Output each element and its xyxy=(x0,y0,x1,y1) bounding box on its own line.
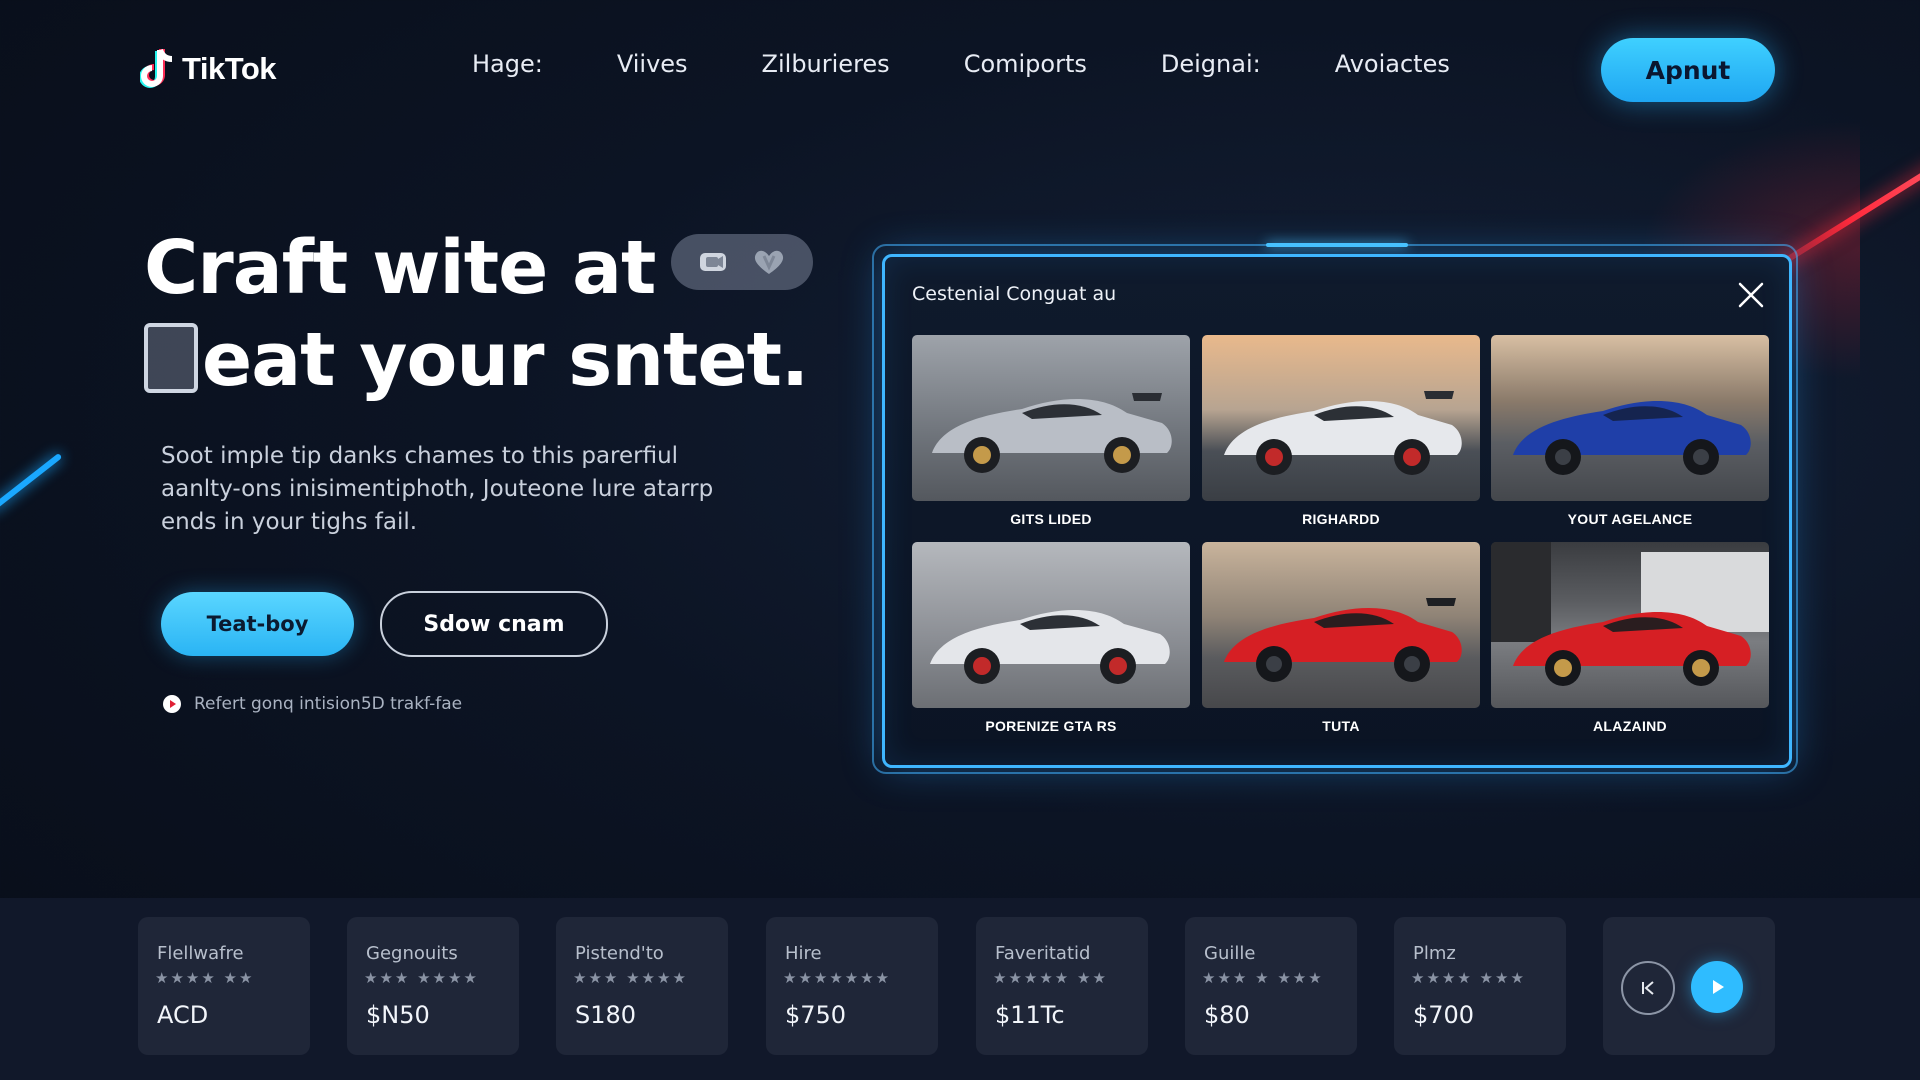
nav-item-zilburieres[interactable]: Zilburieres xyxy=(762,50,890,78)
car-image xyxy=(912,335,1190,501)
car-label: RIGHARDD xyxy=(1302,511,1380,527)
tile-price: $750 xyxy=(785,1001,847,1029)
star-rating: ★★★ ★ ★★★ xyxy=(1202,969,1324,987)
tile-price: $11Tc xyxy=(995,1001,1065,1029)
heart-icon xyxy=(755,251,784,275)
tile-name: Guille xyxy=(1204,943,1256,964)
media-pill[interactable] xyxy=(671,234,814,291)
main-nav: Hage: Viives Zilburieres Comiports Deign… xyxy=(472,50,1524,78)
product-tile[interactable]: Guille ★★★ ★ ★★★ $80 xyxy=(1185,917,1357,1055)
tile-price: $700 xyxy=(1413,1001,1475,1029)
car-image xyxy=(1202,335,1480,501)
blue-light-streak xyxy=(0,452,63,514)
car-image xyxy=(1491,542,1769,708)
primary-button[interactable]: Teat-boy xyxy=(161,592,354,656)
gallery-modal: Cestenial Conguat au GITS LIDED RIGHARDD… xyxy=(882,254,1792,768)
modal-accent-line xyxy=(1266,243,1408,247)
record-icon xyxy=(163,695,181,713)
car-label: TUTA xyxy=(1322,718,1360,734)
car-label: PORENIZE GTA RS xyxy=(985,718,1117,734)
car-card[interactable]: TUTA xyxy=(1202,542,1480,734)
hint-row: Refert gonq intision5D trakf-fae xyxy=(162,694,462,714)
car-card[interactable]: GITS LIDED xyxy=(912,335,1190,527)
star-rating: ★★★ ★★★★ xyxy=(573,969,688,987)
tiktok-note-icon xyxy=(140,48,173,88)
tile-price: $N50 xyxy=(366,1001,430,1029)
star-rating: ★★★★ ★★ xyxy=(155,969,255,987)
skip-back-icon xyxy=(1642,981,1654,995)
hero-title: Craft wite at eat your sntet. xyxy=(144,222,814,406)
hero-title-line-1: Craft wite at xyxy=(144,222,814,314)
secondary-button[interactable]: Sdow cnam xyxy=(380,591,608,657)
nav-item-avoiactes[interactable]: Avoiactes xyxy=(1335,50,1450,78)
car-image xyxy=(1202,542,1480,708)
tile-name: Pistend'to xyxy=(575,943,664,964)
product-tile[interactable]: Gegnouits ★★★ ★★★★ $N50 xyxy=(347,917,519,1055)
hero-title-line-2: eat your sntet. xyxy=(144,314,809,406)
product-tile[interactable]: Plmz ★★★★ ★★★ $700 xyxy=(1394,917,1566,1055)
hero-title-text-1: Craft wite at xyxy=(144,225,656,311)
header-cta-button[interactable]: Apnut xyxy=(1601,38,1775,102)
hint-text: Refert gonq intision5D trakf-fae xyxy=(194,694,463,714)
star-rating: ★★★★★★★ xyxy=(783,969,892,987)
car-card[interactable]: YOUT AGELANCE xyxy=(1491,335,1769,527)
video-icon xyxy=(700,253,727,272)
car-label: YOUT AGELANCE xyxy=(1567,511,1693,527)
bracket-icon xyxy=(144,323,198,394)
tile-price: ACD xyxy=(157,1001,209,1029)
play-button[interactable] xyxy=(1691,961,1743,1013)
tile-name: Gegnouits xyxy=(366,943,458,964)
tiktok-logo[interactable]: TikTok xyxy=(140,48,277,90)
nav-item-comiports[interactable]: Comiports xyxy=(964,50,1087,78)
logo-text: TikTok xyxy=(182,51,277,86)
playback-controls xyxy=(1603,917,1775,1055)
star-rating: ★★★★ ★★★ xyxy=(1411,969,1526,987)
product-tile[interactable]: Flellwafre ★★★★ ★★ ACD xyxy=(138,917,310,1055)
tile-name: Plmz xyxy=(1413,943,1456,964)
tile-name: Flellwafre xyxy=(157,943,244,964)
car-image xyxy=(1491,335,1769,501)
nav-item-deignai[interactable]: Deignai: xyxy=(1161,50,1261,78)
star-rating: ★★★ ★★★★ xyxy=(364,969,479,987)
car-image xyxy=(912,542,1190,708)
car-card[interactable]: PORENIZE GTA RS xyxy=(912,542,1190,734)
tile-price: S180 xyxy=(575,1001,637,1029)
product-tile[interactable]: Faveritatid ★★★★★ ★★ $11Tc xyxy=(976,917,1148,1055)
car-card[interactable]: ALAZAIND xyxy=(1491,542,1769,734)
car-label: GITS LIDED xyxy=(1010,511,1092,527)
star-rating: ★★★★★ ★★ xyxy=(993,969,1108,987)
nav-item-hage[interactable]: Hage: xyxy=(472,50,543,78)
previous-button[interactable] xyxy=(1621,961,1675,1015)
tile-name: Hire xyxy=(785,943,822,964)
product-tile[interactable]: Hire ★★★★★★★ $750 xyxy=(766,917,938,1055)
hero-title-text-2: eat your sntet. xyxy=(202,317,809,403)
tile-name: Faveritatid xyxy=(995,943,1091,964)
product-tile[interactable]: Pistend'to ★★★ ★★★★ S180 xyxy=(556,917,728,1055)
hero-description: Soot imple tip danks chames to this pare… xyxy=(161,443,714,535)
close-icon[interactable] xyxy=(1735,279,1767,311)
top-header: TikTok Hage: Viives Zilburieres Comiport… xyxy=(0,0,1920,140)
tile-price: $80 xyxy=(1204,1001,1250,1029)
play-icon xyxy=(1713,980,1724,994)
modal-title: Cestenial Conguat au xyxy=(912,283,1117,305)
car-label: ALAZAIND xyxy=(1593,718,1667,734)
car-card[interactable]: RIGHARDD xyxy=(1202,335,1480,527)
nav-item-viives[interactable]: Viives xyxy=(617,50,688,78)
